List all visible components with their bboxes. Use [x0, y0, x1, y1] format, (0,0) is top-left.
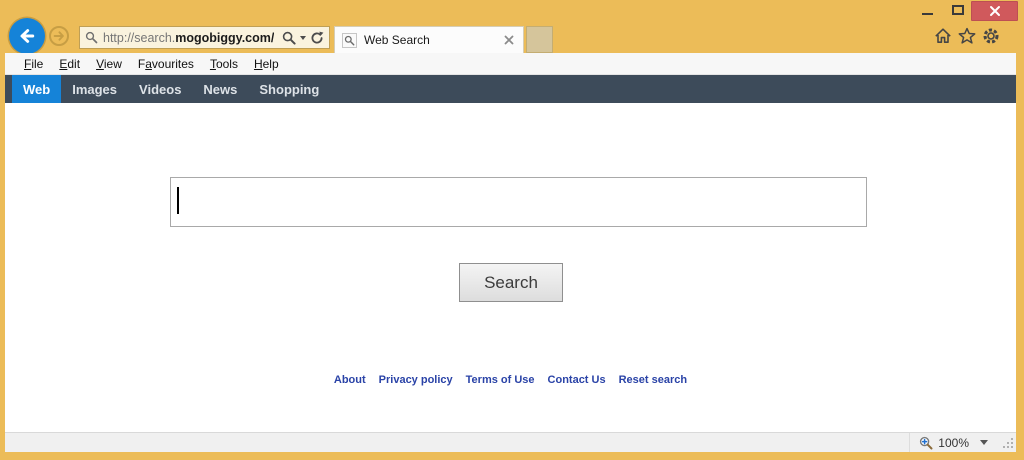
- zoom-caret-icon: [980, 440, 988, 445]
- home-button[interactable]: [934, 27, 952, 45]
- url-scheme: http://search.: [103, 31, 175, 45]
- address-bar[interactable]: http://search.mogobiggy.com/: [79, 26, 330, 49]
- footer-links: About Privacy policy Terms of Use Contac…: [5, 374, 1016, 386]
- link-privacy-policy[interactable]: Privacy policy: [379, 374, 453, 386]
- menu-view[interactable]: View: [88, 57, 130, 71]
- resize-grip-icon[interactable]: [1003, 438, 1014, 449]
- menu-favourites[interactable]: Favourites: [130, 57, 202, 71]
- link-reset-search[interactable]: Reset search: [619, 374, 688, 386]
- search-nav-bar: Web Images Videos News Shopping: [5, 75, 1016, 103]
- zoom-magnifier-icon: [919, 436, 933, 450]
- url-search-icon: [85, 31, 98, 44]
- close-icon: [989, 5, 1001, 17]
- status-bar: 100%: [5, 432, 1016, 452]
- search-icon[interactable]: [282, 31, 296, 45]
- nav-tab-web[interactable]: Web: [12, 75, 61, 103]
- tab-favicon-search-icon: [344, 35, 355, 46]
- menu-help[interactable]: Help: [246, 57, 287, 71]
- menu-edit[interactable]: Edit: [51, 57, 88, 71]
- settings-button[interactable]: [982, 27, 1000, 45]
- nav-tab-shopping[interactable]: Shopping: [248, 75, 330, 103]
- back-arrow-icon: [14, 23, 40, 49]
- url-domain: mogobiggy.com/: [175, 31, 274, 45]
- link-about[interactable]: About: [334, 374, 366, 386]
- nav-tab-news[interactable]: News: [192, 75, 248, 103]
- nav-tab-videos[interactable]: Videos: [128, 75, 192, 103]
- url-text: http://search.mogobiggy.com/: [103, 31, 274, 45]
- home-icon: [934, 27, 952, 45]
- search-input[interactable]: [170, 177, 867, 227]
- tab-title: Web Search: [364, 33, 430, 47]
- zoom-control[interactable]: 100%: [909, 433, 988, 452]
- forward-arrow-icon: [52, 29, 66, 43]
- minimize-button[interactable]: [913, 0, 941, 20]
- gear-icon: [982, 27, 1000, 45]
- tab-favicon: [342, 33, 357, 48]
- menu-file[interactable]: File: [16, 57, 51, 71]
- link-terms-of-use[interactable]: Terms of Use: [466, 374, 535, 386]
- close-button[interactable]: [971, 1, 1018, 21]
- nav-tab-images[interactable]: Images: [61, 75, 128, 103]
- search-button[interactable]: Search: [459, 263, 563, 302]
- link-contact-us[interactable]: Contact Us: [548, 374, 606, 386]
- star-icon: [958, 27, 976, 45]
- menu-tools[interactable]: Tools: [202, 57, 246, 71]
- favorites-button[interactable]: [958, 27, 976, 45]
- tab-web-search[interactable]: Web Search: [334, 26, 524, 53]
- minimize-icon: [922, 13, 933, 15]
- tab-close-icon: [504, 35, 514, 45]
- toolbar-icons: [934, 27, 1000, 45]
- maximize-icon: [952, 5, 964, 15]
- new-tab-button[interactable]: [526, 26, 553, 53]
- menu-bar: File Edit View Favourites Tools Help: [5, 53, 1016, 75]
- search-dropdown-icon[interactable]: [300, 36, 306, 40]
- zoom-level: 100%: [938, 436, 969, 450]
- forward-button[interactable]: [49, 26, 69, 46]
- back-button[interactable]: [9, 18, 45, 54]
- address-bar-actions: [282, 31, 324, 45]
- browser-window: http://search.mogobiggy.com/ Web Search: [0, 0, 1024, 460]
- refresh-icon[interactable]: [310, 31, 324, 45]
- page-content: Search About Privacy policy Terms of Use…: [5, 103, 1016, 432]
- tab-close-button[interactable]: [502, 33, 516, 47]
- maximize-button[interactable]: [944, 0, 972, 20]
